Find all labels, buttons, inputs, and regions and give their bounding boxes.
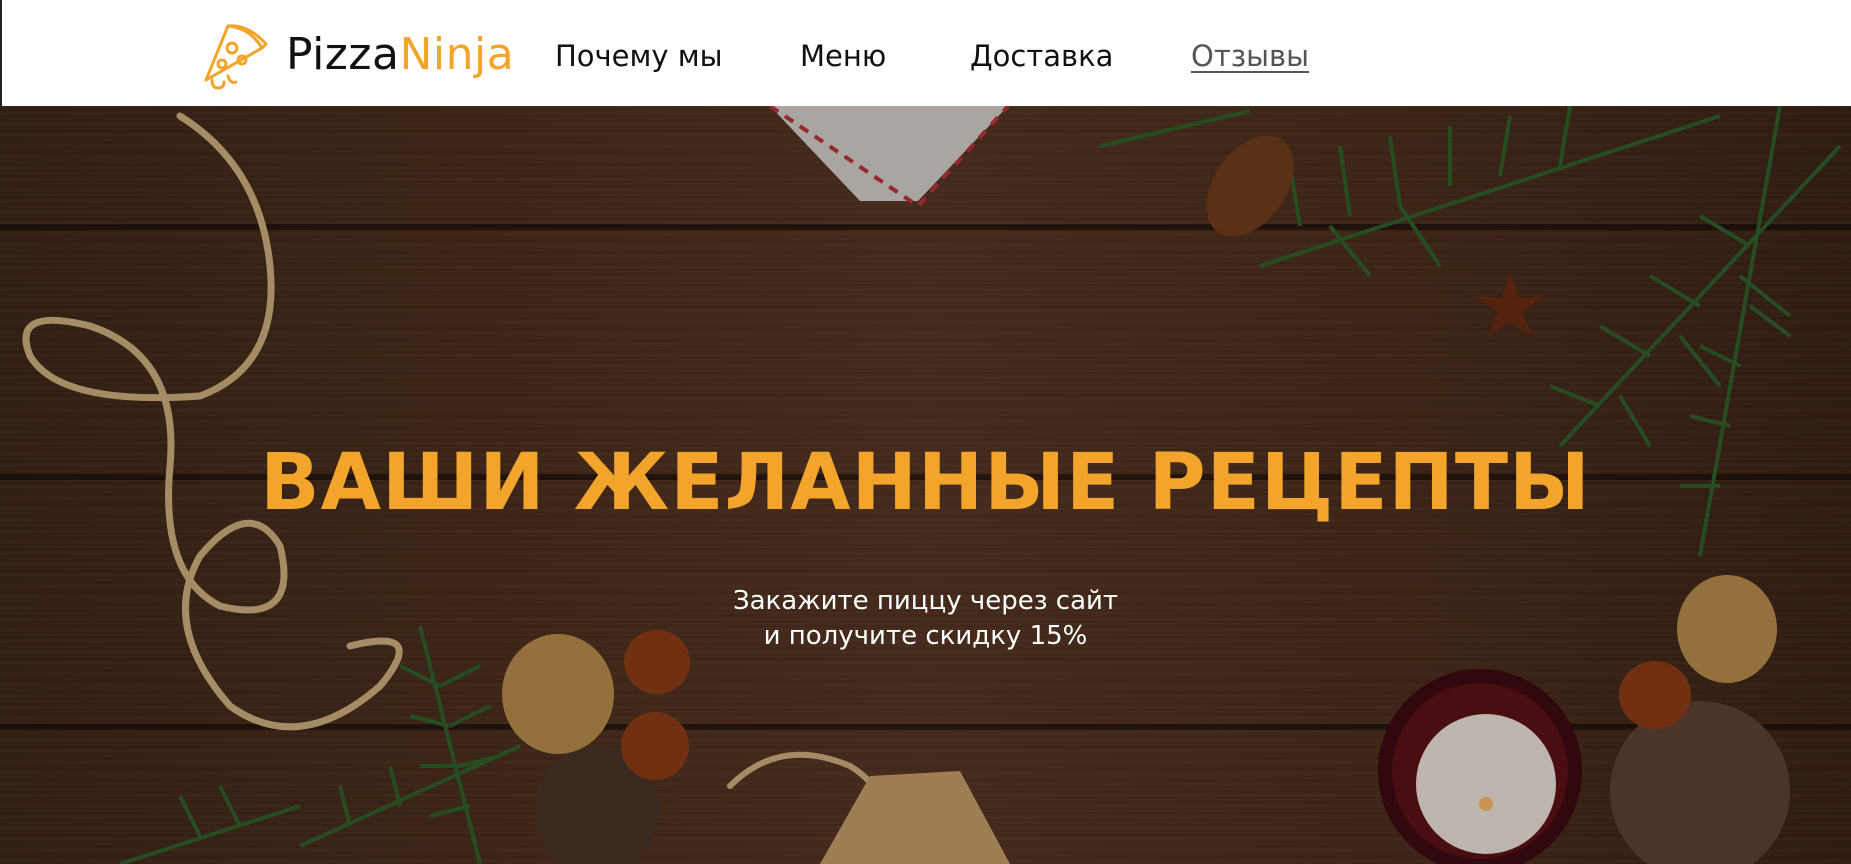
nav-item-reviews[interactable]: Отзывы bbox=[1191, 38, 1309, 74]
hero-title: ВАШИ ЖЕЛАННЫЕ РЕЦЕПТЫ bbox=[260, 438, 1591, 528]
main-nav: Почему мы Меню Доставка Отзывы bbox=[2, 0, 1851, 106]
site-header: PizzaNinja Почему мы Меню Доставка Отзыв… bbox=[0, 0, 1851, 106]
nav-item-delivery[interactable]: Доставка bbox=[970, 38, 1113, 74]
nav-item-why-us[interactable]: Почему мы bbox=[555, 38, 723, 74]
hero-subtitle-line2: и получите скидку 15% bbox=[763, 621, 1088, 651]
hero-subtitle-line1: Закажите пиццу через сайт bbox=[732, 586, 1119, 616]
hero-subtitle: Закажите пиццу через сайт и получите ски… bbox=[0, 584, 1851, 654]
hero-banner: ВАШИ ЖЕЛАННЫЕ РЕЦЕПТЫ Закажите пиццу чер… bbox=[0, 106, 1851, 864]
nav-item-menu[interactable]: Меню bbox=[800, 38, 886, 74]
